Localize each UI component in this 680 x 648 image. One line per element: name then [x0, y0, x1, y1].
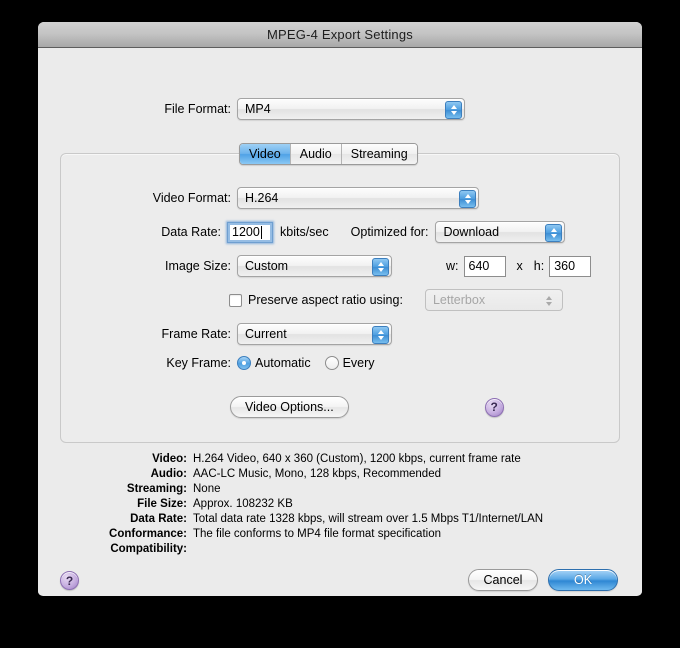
summary-row: Compatibility:: [38, 542, 642, 557]
preserve-aspect-label: Preserve aspect ratio using:: [248, 293, 403, 307]
chevron-updown-icon: [459, 190, 476, 208]
tab-audio-label: Audio: [299, 147, 332, 161]
data-rate-input[interactable]: 1200: [227, 221, 273, 243]
data-rate-row: Data Rate: 1200 kbits/sec Optimized for:…: [38, 221, 642, 243]
tab-streaming-label: Streaming: [350, 147, 408, 161]
summary-key: Audio:: [150, 468, 187, 480]
video-options-label: Video Options...: [245, 400, 334, 414]
dialog-help-button[interactable]: ?: [60, 571, 79, 590]
summary-row: Audio: AAC-LC Music, Mono, 128 kbps, Rec…: [38, 467, 642, 482]
window-title: MPEG-4 Export Settings: [266, 27, 413, 42]
file-format-popup[interactable]: MP4: [237, 98, 465, 120]
video-format-label: Video Format:: [152, 191, 231, 205]
summary-block: Video: H.264 Video, 640 x 360 (Custom), …: [38, 452, 642, 557]
height-label: h:: [533, 259, 545, 273]
aspect-mode-popup: Letterbox: [424, 289, 563, 311]
data-rate-label: Data Rate:: [161, 225, 221, 239]
chevron-updown-icon: [545, 224, 563, 242]
width-value: 640: [468, 259, 490, 273]
frame-rate-label: Frame Rate:: [161, 327, 231, 341]
summary-value: [193, 542, 642, 557]
key-frame-automatic-label: Automatic: [255, 356, 311, 370]
image-size-value: Custom: [245, 259, 289, 273]
width-label: w:: [446, 259, 459, 273]
ok-label: OK: [573, 573, 593, 587]
summary-key: Compatibility:: [110, 543, 187, 555]
question-mark-icon: ?: [65, 573, 74, 588]
chevron-updown-icon: [445, 101, 462, 119]
export-settings-dialog: MPEG-4 Export Settings File Format: MP4 …: [38, 22, 642, 596]
key-frame-label: Key Frame:: [166, 356, 231, 370]
summary-row: File Size: Approx. 108232 KB: [38, 497, 642, 512]
video-format-row: Video Format: H.264: [38, 187, 642, 209]
summary-value: None: [193, 483, 221, 495]
cancel-label: Cancel: [483, 573, 523, 587]
chevron-updown-icon: [372, 326, 389, 344]
video-format-popup[interactable]: H.264: [237, 187, 479, 209]
key-frame-row: Key Frame: Automatic Every: [38, 356, 642, 370]
question-mark-icon: ?: [490, 400, 498, 414]
summary-value: The file conforms to MP4 file format spe…: [193, 528, 441, 540]
chevron-updown-icon: [372, 258, 389, 276]
footer-buttons: Cancel OK: [468, 569, 618, 591]
summary-key: Data Rate:: [130, 513, 187, 525]
summary-key: File Size:: [137, 498, 187, 510]
summary-value: Total data rate 1328 kbps, will stream o…: [193, 513, 544, 525]
dimension-separator: x: [516, 259, 523, 273]
optimized-for-popup[interactable]: Download: [435, 221, 566, 243]
frame-rate-row: Frame Rate: Current: [38, 323, 642, 345]
preserve-aspect-row: Preserve aspect ratio using: Letterbox: [38, 289, 642, 311]
file-format-value: MP4: [245, 102, 271, 116]
key-frame-every-label: Every: [342, 356, 375, 370]
tab-audio[interactable]: Audio: [290, 144, 342, 164]
image-size-label: Image Size:: [164, 259, 231, 273]
summary-row: Streaming: None: [38, 482, 642, 497]
summary-key: Video:: [152, 453, 187, 465]
video-options-button[interactable]: Video Options...: [230, 396, 349, 418]
dialog-body: File Format: MP4 Video Audio Streaming V…: [38, 48, 642, 595]
summary-key: Conformance:: [109, 528, 187, 540]
optimized-for-value: Download: [443, 225, 500, 239]
cancel-button[interactable]: Cancel: [468, 569, 538, 591]
optimized-for-label: Optimized for:: [350, 225, 429, 239]
footer-help-row: ?: [60, 571, 79, 590]
image-size-popup[interactable]: Custom: [237, 255, 392, 277]
summary-value: AAC-LC Music, Mono, 128 kbps, Recommende…: [193, 468, 441, 480]
panel-help-button[interactable]: ?: [484, 397, 504, 417]
summary-row: Data Rate: Total data rate 1328 kbps, wi…: [38, 512, 642, 527]
video-format-value: H.264: [245, 191, 279, 205]
chevron-updown-icon: [541, 292, 558, 310]
settings-tabs[interactable]: Video Audio Streaming: [239, 143, 418, 165]
text-caret: [260, 225, 262, 239]
data-rate-value: 1200: [232, 225, 260, 239]
frame-rate-value: Current: [245, 327, 287, 341]
summary-key: Streaming:: [126, 483, 187, 495]
height-value: 360: [554, 259, 576, 273]
summary-row: Video: H.264 Video, 640 x 360 (Custom), …: [38, 452, 642, 467]
image-size-row: Image Size: Custom w: 640 x h: 360: [38, 255, 642, 277]
file-format-label: File Format:: [164, 102, 231, 116]
width-input[interactable]: 640: [463, 255, 506, 277]
frame-rate-popup[interactable]: Current: [237, 323, 392, 345]
data-rate-unit: kbits/sec: [280, 225, 329, 239]
video-options-row: Video Options... ?: [38, 396, 642, 418]
height-input[interactable]: 360: [549, 255, 592, 277]
aspect-mode-value: Letterbox: [432, 293, 486, 307]
tab-video-label: Video: [249, 147, 281, 161]
key-frame-every-radio[interactable]: [324, 356, 339, 370]
tab-video[interactable]: Video: [240, 144, 291, 164]
preserve-aspect-checkbox[interactable]: [229, 293, 242, 307]
window-titlebar[interactable]: MPEG-4 Export Settings: [38, 22, 642, 48]
ok-button[interactable]: OK: [548, 569, 618, 591]
summary-value: H.264 Video, 640 x 360 (Custom), 1200 kb…: [193, 453, 521, 465]
file-format-row: File Format: MP4: [38, 98, 642, 120]
summary-row: Conformance: The file conforms to MP4 fi…: [38, 527, 642, 542]
tab-streaming[interactable]: Streaming: [341, 144, 417, 164]
key-frame-automatic-radio[interactable]: [237, 356, 251, 370]
summary-value: Approx. 108232 KB: [193, 498, 293, 510]
